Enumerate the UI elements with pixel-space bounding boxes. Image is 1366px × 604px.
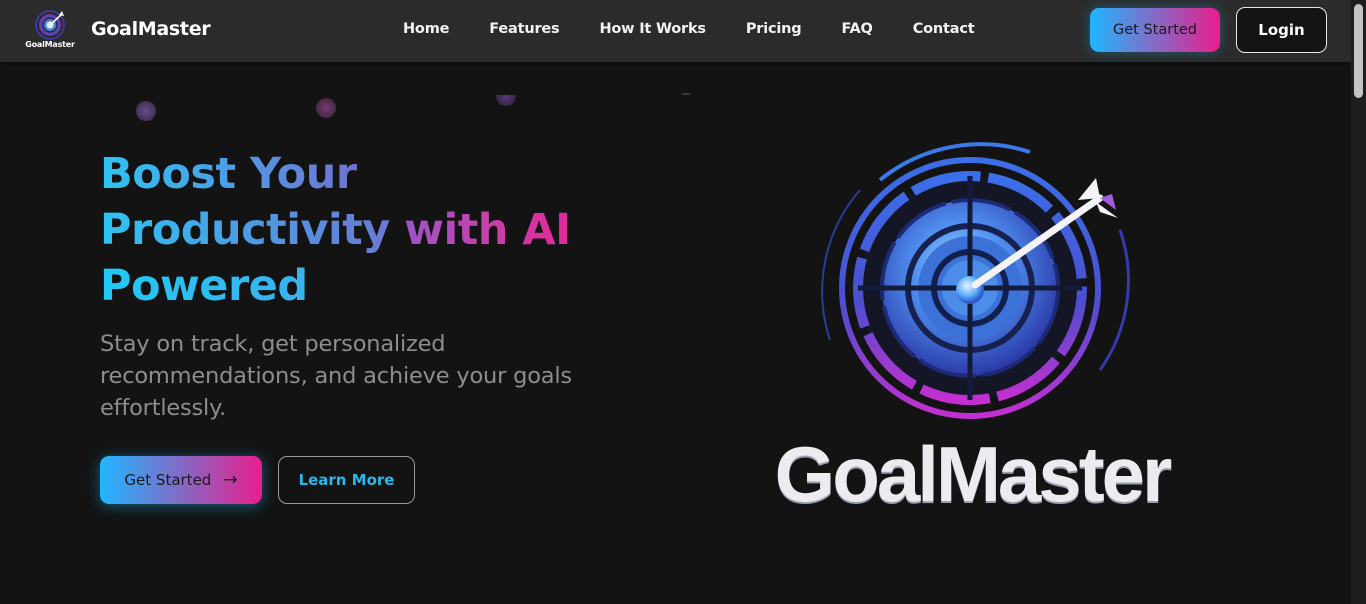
arrow-right-icon: → — [223, 469, 238, 490]
login-button[interactable]: Login — [1236, 7, 1327, 53]
page-scrollbar[interactable] — [1351, 0, 1366, 604]
scrollbar-thumb[interactable] — [1354, 4, 1363, 98]
hero-get-started-button[interactable]: Get Started → — [100, 456, 262, 504]
hero-get-started-label: Get Started — [124, 471, 212, 489]
brand-name[interactable]: GoalMaster — [91, 18, 211, 40]
nav-get-started-button[interactable]: Get Started — [1090, 8, 1220, 52]
logo-mark-label: GoalMaster — [25, 40, 75, 49]
hero-title-line2b: with AI — [404, 205, 571, 255]
decorative-dot — [136, 101, 156, 121]
nav-link-pricing[interactable]: Pricing — [746, 21, 802, 37]
hero-subtitle: Stay on track, get personalized recommen… — [100, 331, 572, 421]
target-logo-icon — [35, 10, 65, 40]
goalmaster-target-illustration — [800, 140, 1150, 430]
hero-title: Boost Your Productivity with AI Powered — [100, 146, 660, 314]
decorative-dot — [316, 98, 336, 118]
nav-link-home[interactable]: Home — [403, 21, 449, 37]
decorative-dot — [682, 93, 690, 95]
showcase-wordmark: GoalMaster — [774, 430, 1173, 518]
nav-link-how-it-works[interactable]: How It Works — [599, 21, 706, 37]
nav-link-features[interactable]: Features — [489, 21, 559, 37]
top-navbar: GoalMaster GoalMaster Home Features How … — [0, 0, 1351, 62]
brand-logo[interactable]: GoalMaster — [24, 9, 76, 51]
hero-title-line2a: Productivity — [100, 205, 390, 255]
hero-title-line1: Boost Your — [100, 149, 357, 199]
nav-link-contact[interactable]: Contact — [913, 21, 975, 37]
nav-link-faq[interactable]: FAQ — [841, 21, 872, 37]
target-icon — [821, 142, 1130, 419]
decorative-dot — [496, 95, 516, 106]
learn-more-button[interactable]: Learn More — [278, 456, 415, 504]
hero-title-line3: Powered — [100, 261, 308, 311]
nav-links: Home Features How It Works Pricing FAQ C… — [403, 21, 975, 37]
